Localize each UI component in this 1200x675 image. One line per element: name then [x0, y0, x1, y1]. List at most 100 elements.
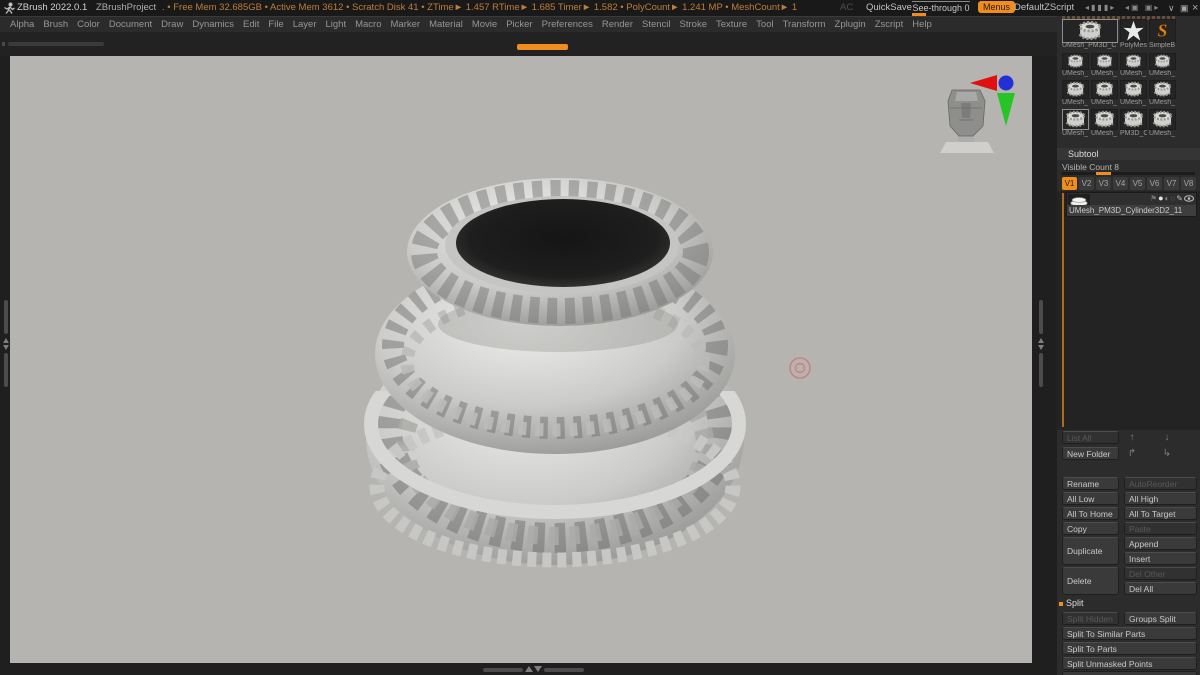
subtool-tab-v5[interactable]: V5 [1130, 177, 1145, 190]
tool-thumb-simplebrush[interactable]: S [1149, 19, 1176, 43]
tray-toggle-icons[interactable]: ◂▮▮▮▸ [1085, 0, 1116, 16]
tool-thumb[interactable] [1062, 53, 1089, 70]
append-button[interactable]: Append [1124, 537, 1197, 550]
del-all-button[interactable]: Del All [1124, 582, 1197, 595]
document-toggle-icons[interactable]: ◂▣ ▣▸ [1125, 0, 1160, 16]
split-unmasked-points-button[interactable]: Split Unmasked Points [1062, 657, 1197, 670]
shelf-divider[interactable] [8, 42, 104, 46]
subtool-tab-v2[interactable]: V2 [1079, 177, 1094, 190]
all-to-home-button[interactable]: All To Home [1062, 507, 1119, 520]
menu-item-zplugin[interactable]: Zplugin [835, 17, 866, 32]
duplicate-button[interactable]: Duplicate [1062, 537, 1119, 565]
quicksave-button[interactable]: QuickSave [866, 0, 912, 16]
menu-item-document[interactable]: Document [109, 17, 152, 32]
move-up-icon[interactable]: ↑ [1125, 431, 1139, 444]
paste-button[interactable]: Paste [1124, 522, 1197, 535]
camera-head-gizmo[interactable] [940, 89, 994, 153]
menu-item-help[interactable]: Help [912, 17, 932, 32]
tool-thumb[interactable] [1149, 80, 1176, 99]
all-low-button[interactable]: All Low [1062, 492, 1119, 505]
list-all-button[interactable]: List All [1062, 431, 1119, 444]
see-through-slider[interactable]: See-through 0 [912, 1, 970, 16]
ac-toggle[interactable]: AC [840, 0, 853, 16]
menu-item-render[interactable]: Render [602, 17, 633, 32]
subtool-tab-v7[interactable]: V7 [1164, 177, 1179, 190]
subtool-tab-v4[interactable]: V4 [1113, 177, 1128, 190]
groups-split-button[interactable]: Groups Split [1124, 612, 1197, 625]
split-section-header[interactable]: Split [1066, 598, 1084, 608]
all-to-target-button[interactable]: All To Target [1124, 507, 1197, 520]
minimize-icon[interactable]: ∨ [1168, 0, 1175, 16]
tool-thumb-recent[interactable] [1062, 109, 1089, 130]
insert-button[interactable]: Insert [1124, 552, 1197, 565]
subtool-scrollbar[interactable] [1062, 193, 1064, 427]
new-folder-button[interactable]: New Folder [1062, 447, 1119, 460]
split-to-parts-button[interactable]: Split To Parts [1062, 642, 1197, 655]
menu-item-brush[interactable]: Brush [43, 17, 68, 32]
canvas-scroll-indicator[interactable] [517, 44, 568, 50]
menu-item-stencil[interactable]: Stencil [642, 17, 671, 32]
menu-item-color[interactable]: Color [77, 17, 100, 32]
tool-thumb[interactable] [1091, 109, 1118, 130]
subtool-tab-v3[interactable]: V3 [1096, 177, 1111, 190]
tool-thumb[interactable] [1091, 80, 1118, 99]
all-high-button[interactable]: All High [1124, 492, 1197, 505]
menus-button[interactable]: Menus [978, 1, 1016, 13]
visible-count-slider[interactable] [1062, 172, 1195, 175]
move-down-icon[interactable]: ↓ [1160, 431, 1174, 444]
subtool-item[interactable]: ⚑●◐○✎ UMesh_PM3D_Cylinder3D2_11 [1066, 192, 1197, 217]
menu-item-stroke[interactable]: Stroke [680, 17, 707, 32]
menu-item-file[interactable]: File [268, 17, 283, 32]
tool-thumb[interactable] [1091, 53, 1118, 70]
menu-item-draw[interactable]: Draw [161, 17, 183, 32]
menu-item-movie[interactable]: Movie [472, 17, 497, 32]
subtool-tab-v8[interactable]: V8 [1181, 177, 1196, 190]
menu-item-light[interactable]: Light [325, 17, 346, 32]
menu-item-picker[interactable]: Picker [506, 17, 532, 32]
tool-thumb-label: UMesh_ [1062, 99, 1089, 106]
tool-thumb[interactable] [1149, 109, 1176, 130]
tire-model[interactable] [364, 178, 746, 568]
tool-thumb-polymesh3d[interactable] [1120, 19, 1147, 43]
subtool-tab-v6[interactable]: V6 [1147, 177, 1162, 190]
project-name: ZBrushProject [96, 2, 157, 13]
tool-thumb[interactable] [1120, 109, 1147, 130]
rename-button[interactable]: Rename [1062, 477, 1119, 490]
menu-item-macro[interactable]: Macro [355, 17, 381, 32]
move-into-folder-down-icon[interactable]: ↳ [1160, 447, 1174, 460]
tool-thumb[interactable] [1149, 53, 1176, 70]
split-to-similar-parts-button[interactable]: Split To Similar Parts [1062, 627, 1197, 640]
menu-item-edit[interactable]: Edit [243, 17, 259, 32]
tool-thumb[interactable] [1120, 80, 1147, 99]
tool-thumb[interactable] [1120, 53, 1147, 70]
menu-item-dynamics[interactable]: Dynamics [192, 17, 234, 32]
clipped-bottom-button[interactable] [1062, 671, 1197, 675]
close-icon[interactable]: × [1192, 0, 1198, 16]
move-into-folder-up-icon[interactable]: ↱ [1125, 447, 1139, 460]
tool-thumb-selected[interactable] [1062, 19, 1118, 43]
menu-item-material[interactable]: Material [429, 17, 463, 32]
subtool-tab-v1[interactable]: V1 [1062, 177, 1077, 190]
document-canvas[interactable] [10, 56, 1032, 663]
restore-icon[interactable]: ▣ [1180, 0, 1189, 16]
menu-item-zscript[interactable]: Zscript [875, 17, 904, 32]
tool-thumb[interactable] [1062, 80, 1089, 99]
menu-item-preferences[interactable]: Preferences [542, 17, 593, 32]
delete-button[interactable]: Delete [1062, 567, 1119, 595]
default-zscript-button[interactable]: DefaultZScript [1014, 0, 1074, 16]
menu-item-layer[interactable]: Layer [293, 17, 317, 32]
zbrush-logo-icon [4, 2, 15, 14]
split-hidden-button[interactable]: Split Hidden [1062, 612, 1119, 625]
menu-item-tool[interactable]: Tool [756, 17, 773, 32]
menu-item-marker[interactable]: Marker [391, 17, 421, 32]
del-other-button[interactable]: Del Other [1124, 567, 1197, 580]
autoreorder-button[interactable]: AutoReorder [1124, 477, 1197, 490]
subtool-section-header[interactable]: Subtool [1057, 148, 1200, 160]
menu-item-alpha[interactable]: Alpha [10, 17, 34, 32]
copy-button[interactable]: Copy [1062, 522, 1119, 535]
menu-item-texture[interactable]: Texture [716, 17, 747, 32]
menu-item-transform[interactable]: Transform [783, 17, 826, 32]
pen-icon[interactable]: ✎ [1176, 194, 1184, 203]
flag-icon[interactable]: ⚑ [1150, 194, 1158, 203]
eye-icon[interactable] [1184, 195, 1194, 203]
